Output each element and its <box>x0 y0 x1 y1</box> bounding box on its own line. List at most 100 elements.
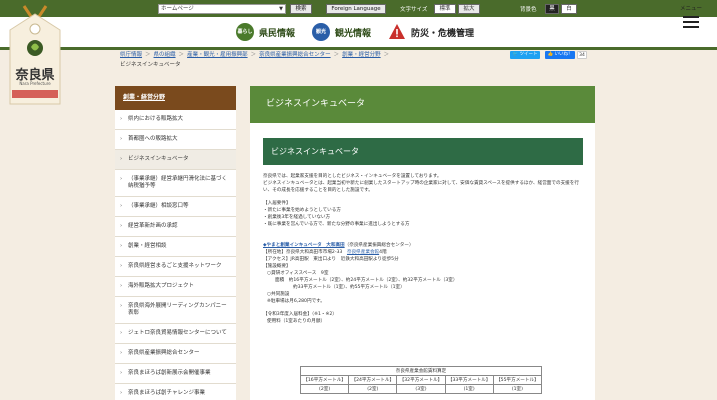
facility-note: （奈良県産業振興総合センター） <box>344 243 414 248</box>
shared-label: ○共同施設 <box>267 292 290 297</box>
bg-white-button[interactable]: 白 <box>561 4 577 14</box>
sidebar-item-active[interactable]: › ビジネスインキュベータ <box>115 150 236 170</box>
sidebar-title[interactable]: 創業・経営分野 <box>115 86 236 110</box>
sidebar-item[interactable]: › 奈良まほろば創新展示会開催事業 <box>115 364 236 384</box>
sidebar-item[interactable]: › 県内における販路拡大 <box>115 110 236 130</box>
font-size-label: 文字サイズ <box>400 7 428 13</box>
sidebar: 創業・経営分野 › 県内における販路拡大 › 首都圏への販路拡大 › ビジネスインキュ… <box>115 86 236 400</box>
chevron-right-icon: › <box>120 116 123 122</box>
sidebar-item[interactable]: › 経営革新計画の承認 <box>115 217 236 237</box>
sidebar-item[interactable]: › 奈良県海外展開リーディングカンパニー表彰 <box>115 297 236 324</box>
logo-tag-icon <box>9 5 61 105</box>
address-tail: 4階 <box>379 250 387 255</box>
facility-name-link[interactable]: ◆やまと創業インキュベータ 大和高田 <box>263 243 345 248</box>
like-count: 34 <box>577 51 587 59</box>
chevron-right-icon: › <box>120 283 123 289</box>
fee-subtitle: 使用料（1室あたりの月額） <box>267 319 326 324</box>
font-standard-button[interactable]: 標準 <box>434 4 456 14</box>
nav-resident-label: 県民情報 <box>259 28 296 39</box>
like-label: いいね！ <box>554 52 573 57</box>
table-cell: (2室) <box>348 384 398 394</box>
office-detail: 面積 約16平方メートル（2室）、約24平方メートル（2室）、約32平方メートル… <box>275 278 458 283</box>
chevron-right-icon: › <box>120 390 123 396</box>
nav-disaster-label: 防災・危機管理 <box>411 28 475 39</box>
nav-resident-info[interactable]: 暮らし 県民情報 <box>236 22 295 42</box>
address-label: 【所在地】 <box>263 250 286 255</box>
hamburger-icon <box>683 16 699 18</box>
breadcrumb-separator: ＞ <box>333 52 340 58</box>
nav-disaster-info[interactable]: 防災・危機管理 <box>388 22 474 42</box>
chevron-right-icon: › <box>120 223 123 229</box>
chevron-right-icon: › <box>120 370 123 376</box>
office-label: ○貸研オフィススペース 9室 <box>267 271 329 276</box>
sidebar-item[interactable]: › 奈良県産業振興総合センター <box>115 344 236 364</box>
sidebar-item[interactable]: › （事業承継）経営承継円滑化法に基づく納税猶予等 <box>115 170 236 197</box>
sidebar-item[interactable]: › ジェトロ奈良貿易情報センターについて <box>115 324 236 344</box>
tweet-label: ツイート <box>519 52 538 57</box>
breadcrumb-item[interactable]: 創業・経営分野 <box>342 52 381 58</box>
breadcrumb-item[interactable]: 県の組織 <box>154 52 176 58</box>
office-detail: 約33平方メートル（1室）、約55平方メートル（1室） <box>293 285 405 290</box>
chevron-down-icon: ▼ <box>279 6 283 12</box>
site-search-select[interactable]: ホームページ ▼ <box>158 4 286 14</box>
breadcrumb-item[interactable]: 奈良県産業振興総合センター <box>259 52 331 58</box>
breadcrumb-separator: ＞ <box>383 52 390 58</box>
foreign-language-button[interactable]: Foreign Language <box>326 4 386 14</box>
fee-section: 【令和3年度入居料金】（※1・※2） 使用料（1室あたりの月額） <box>263 311 583 325</box>
chevron-right-icon: › <box>120 156 123 162</box>
article: ビジネスインキュベータ 奈良県では、起業家支援を目的としたビジネス・インキュベー… <box>263 138 583 325</box>
sidebar-item-label: 海外販路拡大プロジェクト <box>128 283 195 289</box>
utility-bar: ホームページ ▼ 検索 Foreign Language 文字サイズ 標準 拡大… <box>0 0 717 17</box>
requirement-item: ・既に事業を営んでいる方で、新たな分野の事業に進出しようとする方 <box>263 222 410 227</box>
sidebar-item-label: 経営革新計画の承認 <box>128 223 178 229</box>
warning-icon <box>389 24 405 39</box>
nav-tourism-label: 観光情報 <box>335 28 372 39</box>
sidebar-item-label: 奈良県産業振興総合センター <box>128 350 200 356</box>
requirements: 【入居要件】 ・新たに事業を始めようとしている方 ・創業後3年を経過していない方… <box>263 200 583 228</box>
breadcrumb-item[interactable]: 県庁情報 <box>120 52 142 58</box>
nav-tourism-info[interactable]: 観光 観光情報 <box>312 22 371 42</box>
chevron-right-icon: › <box>120 303 123 309</box>
menu-label: メニュー <box>679 6 702 12</box>
resident-icon: 暮らし <box>236 23 254 41</box>
sidebar-item[interactable]: › （事業承継）相談窓口等 <box>115 197 236 217</box>
breadcrumb-separator: ＞ <box>145 52 151 58</box>
table-header: 【16平方メートル】 <box>299 375 350 385</box>
table-caption: 奈良県産業会館賃料算定 <box>300 366 542 376</box>
search-button[interactable]: 検索 <box>290 4 312 14</box>
sidebar-item[interactable]: › 首都圏への販路拡大 <box>115 130 236 150</box>
table-cell: (3室) <box>396 384 446 394</box>
section-title: ビジネスインキュベータ <box>263 138 583 165</box>
sidebar-item-label: （事業承継）経営承継円滑化法に基づく納税猶予等 <box>128 176 228 189</box>
table-header: 【24平方メートル】 <box>348 375 398 385</box>
address-link[interactable]: 奈良県産業会館 <box>347 250 379 255</box>
chevron-right-icon: › <box>120 330 123 336</box>
sidebar-item-label: 創業・経営相談 <box>128 243 167 249</box>
sidebar-item[interactable]: › 奈良まほろば創チャレンジ事業 <box>115 384 236 400</box>
sidebar-item[interactable]: › 海外販路拡大プロジェクト <box>115 277 236 297</box>
chevron-right-icon: › <box>120 263 123 269</box>
bg-color-label: 背景色 <box>520 7 537 13</box>
breadcrumb-item[interactable]: 産業・観光・雇用振興部 <box>187 52 248 58</box>
sidebar-item[interactable]: › 奈良県経営まるごと支援ネットワーク <box>115 257 236 277</box>
address: 奈良県大和高田市市場2-33 <box>285 250 343 255</box>
table-header: 【32平方メートル】 <box>396 375 446 385</box>
intro-paragraph: ビジネスインキュベータとは、起業当初や新たに創業したスタートアップ時の企業家に対… <box>263 181 579 193</box>
font-large-button[interactable]: 拡大 <box>458 4 480 14</box>
prefecture-logo[interactable]: 奈良県 Nara Prefecture <box>2 4 68 108</box>
sidebar-item-label: 奈良県経営まるごと支援ネットワーク <box>128 263 222 269</box>
sidebar-item-label: ジェトロ奈良貿易情報センターについて <box>128 330 227 336</box>
global-nav: 暮らし 県民情報 観光 観光情報 防災・危機管理 <box>0 17 717 47</box>
table-cell: (1室) <box>444 384 494 394</box>
bg-black-button[interactable]: 黒 <box>545 4 559 14</box>
sidebar-item-label: （事業承継）相談窓口等 <box>128 203 189 209</box>
menu-button[interactable]: メニュー <box>678 4 704 36</box>
like-button[interactable]: 👍 いいね！ <box>545 51 575 59</box>
sidebar-item[interactable]: › 創業・経営相談 <box>115 237 236 257</box>
tweet-button[interactable]: 🐦 ツイート <box>510 51 540 59</box>
requirement-item: ・創業後3年を経過していない方 <box>263 215 331 220</box>
sidebar-item-label: 首都圏への販路拡大 <box>128 136 178 142</box>
sidebar-item-label: 奈良まほろば創新展示会開催事業 <box>128 370 211 376</box>
sidebar-item-label: 奈良県海外展開リーディングカンパニー表彰 <box>128 303 227 316</box>
select-value: ホームページ <box>161 6 194 12</box>
